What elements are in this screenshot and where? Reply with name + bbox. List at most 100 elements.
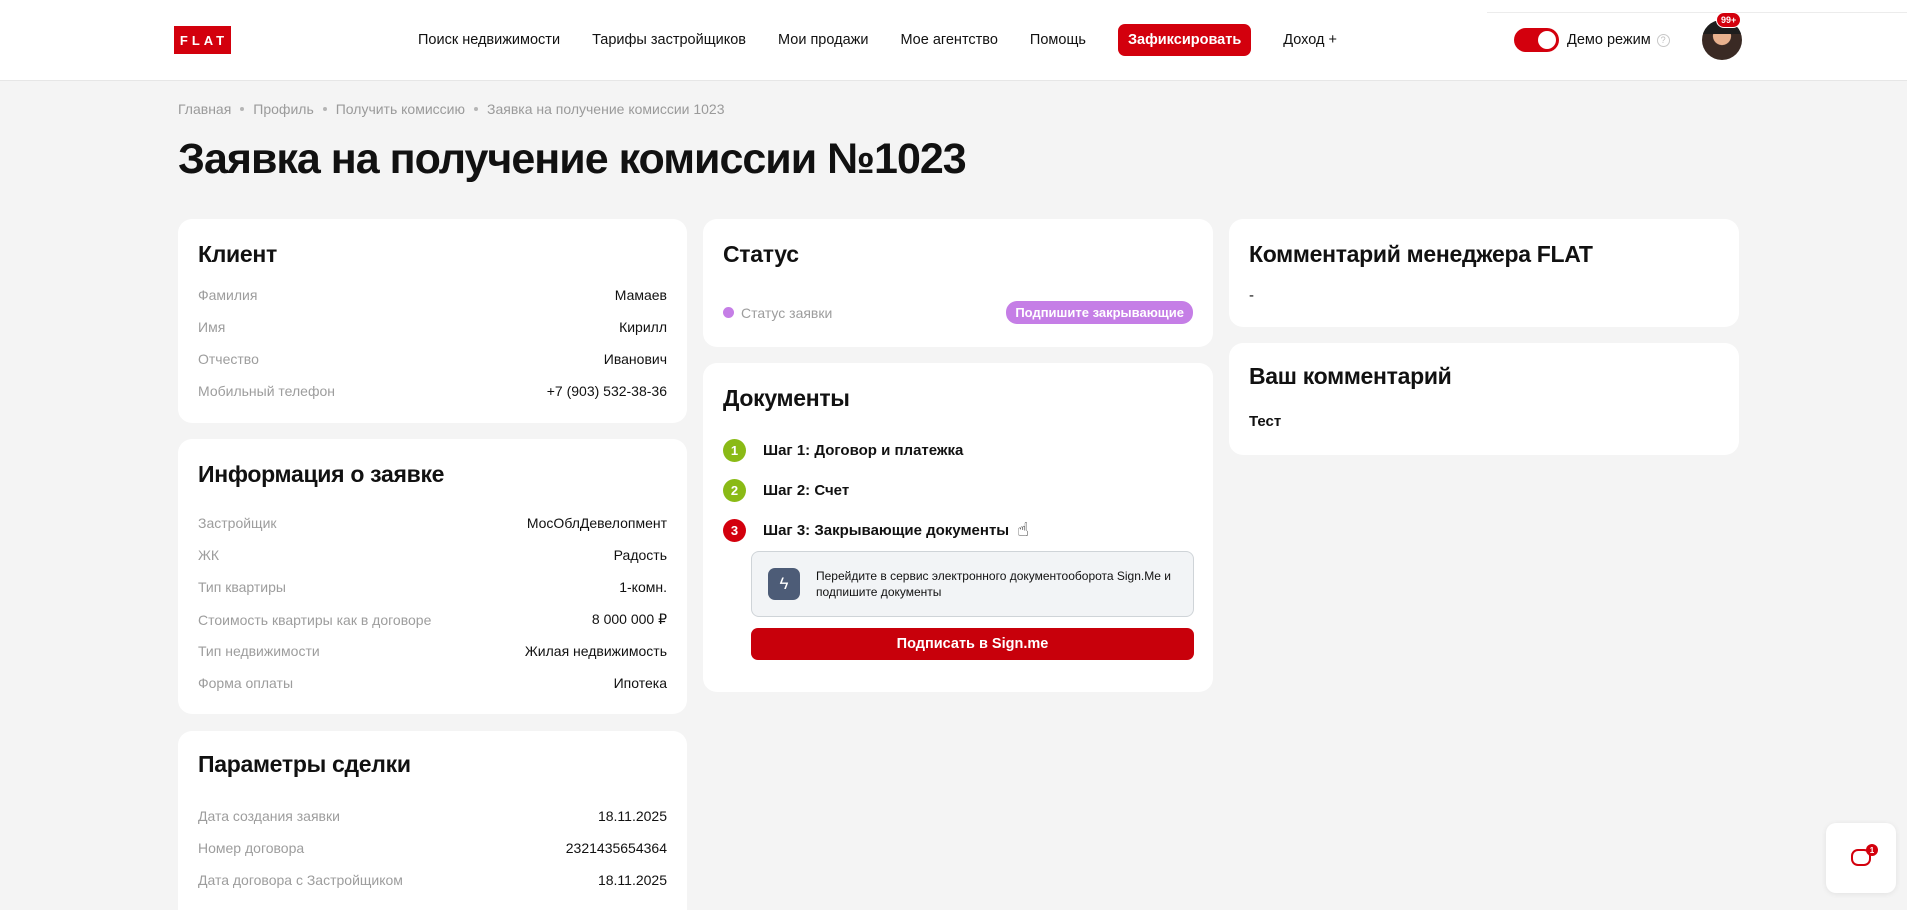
row-label: Тип недвижимости <box>198 643 320 659</box>
request-info-card: Информация о заявке Застройщик МосОблДеве… <box>178 439 687 714</box>
row-value: Радость <box>613 547 667 563</box>
row-label: Стоимость квартиры как в договоре <box>198 611 432 628</box>
info-row: Отчество Иванович <box>198 351 667 367</box>
nav-my-sales[interactable]: Мои продажи <box>778 32 868 48</box>
info-row: Имя Кирилл <box>198 319 667 335</box>
flat-logo[interactable]: FLAT <box>174 26 231 54</box>
info-row: Дата договора с Застройщиком 18.11.2025 <box>198 872 667 888</box>
row-label: Имя <box>198 319 226 335</box>
nav-income[interactable]: Доход + <box>1283 32 1337 48</box>
row-label: Мобильный телефон <box>198 383 335 399</box>
card-title: Клиент <box>198 241 277 267</box>
nav-my-agency[interactable]: Мое агентство <box>900 32 997 48</box>
sign-me-text: Перейдите в сервис электронного документ… <box>816 569 1171 599</box>
nav-search[interactable]: Поиск недвижимости <box>418 32 560 48</box>
sign-me-info: ϟ Перейдите в сервис электронного докуме… <box>751 551 1194 617</box>
card-title: Информация о заявке <box>198 461 445 487</box>
row-label: Дата договора с Застройщиком <box>198 872 403 888</box>
row-value: 1-комн. <box>619 579 667 595</box>
row-label: Дата создания заявки <box>198 808 340 824</box>
row-label: Номер договора <box>198 840 305 856</box>
hand-cursor-icon: ☝ <box>1017 520 1029 541</box>
breadcrumb-home[interactable]: Главная <box>178 101 231 117</box>
breadcrumb-commission[interactable]: Получить комиссию <box>336 101 465 117</box>
help-icon[interactable]: ? <box>1656 33 1670 47</box>
step-label: Шаг 1: Договор и платежка <box>763 442 964 459</box>
lightning-icon: ϟ <box>768 568 800 600</box>
deal-params-card: Параметры сделки Дата создания заявки 18.… <box>178 731 687 910</box>
step-number: 3 <box>723 519 746 542</box>
row-label: Фамилия <box>198 287 258 303</box>
info-row: Мобильный телефон +7 (903) 532-38-36 <box>198 383 667 399</box>
sign-me-button[interactable]: Подписать в Sign.me <box>751 628 1194 660</box>
nav-tariffs[interactable]: Тарифы застройщиков <box>592 32 746 48</box>
row-value: Иванович <box>603 351 667 367</box>
breadcrumb-separator <box>240 107 245 111</box>
page-title: Заявка на получение комиссии №1023 <box>178 135 967 183</box>
demo-mode: Демо режим ? <box>1514 28 1670 52</box>
step-number: 2 <box>723 479 746 502</box>
fix-button[interactable]: Зафиксировать <box>1117 24 1252 56</box>
row-value: Жилая недвижимость <box>524 643 667 659</box>
status-badge: Подпишите закрывающие <box>1006 301 1193 324</box>
demo-toggle[interactable] <box>1514 28 1559 52</box>
row-value: Ипотека <box>613 675 667 691</box>
client-card: Клиент Фамилия Мамаев Имя Кирилл Отчество И… <box>178 219 687 423</box>
row-label: Отчество <box>198 351 259 367</box>
breadcrumb-profile[interactable]: Профиль <box>253 101 313 117</box>
row-value: 2321435654364 <box>565 840 667 856</box>
step-number: 1 <box>723 439 746 462</box>
your-comment-text: Тест <box>1249 413 1282 430</box>
row-label: Застройщик <box>198 515 277 531</box>
card-title: Документы <box>723 385 850 411</box>
row-value: +7 (903) 532-38-36 <box>546 383 667 399</box>
step-3[interactable]: 3 Шаг 3: Закрывающие документы ☝ <box>723 519 1029 542</box>
info-row: Тип квартиры 1-комн. <box>198 579 667 595</box>
documents-card: Документы 1 Шаг 1: Договор и платежка 2 Ша… <box>703 363 1213 692</box>
info-row: Застройщик МосОблДевелопмент <box>198 515 667 531</box>
breadcrumb: Главная Профиль Получить комиссию Заявка… <box>178 101 725 117</box>
breadcrumb-separator <box>474 107 478 111</box>
info-row: Стоимость квартиры как в договоре 8 000 0… <box>198 611 667 628</box>
step-2[interactable]: 2 Шаг 2: Счет <box>723 479 849 502</box>
breadcrumb-current: Заявка на получение комиссии 1023 <box>487 101 725 117</box>
row-value: 18.11.2025 <box>597 808 667 824</box>
chat-widget[interactable]: 1 <box>1826 823 1896 893</box>
row-value: 8 000 000 ₽ <box>591 611 667 627</box>
card-title: Параметры сделки <box>198 751 411 777</box>
row-value: МосОблДевелопмент <box>526 515 667 531</box>
card-title: Комментарий менеджера FLAT <box>1249 241 1593 267</box>
step-label: Шаг 2: Счет <box>763 482 850 499</box>
your-comment-card: Ваш комментарий Тест <box>1229 343 1739 455</box>
nav-help[interactable]: Помощь <box>1030 32 1086 48</box>
manager-comment-text: - <box>1249 287 1254 304</box>
status-label: Статус заявки <box>741 304 833 321</box>
row-value: 18.11.2025 <box>597 872 667 888</box>
status-row: Статус заявки Подпишите закрывающие <box>723 301 1193 324</box>
info-row: Фамилия Мамаев <box>198 287 667 303</box>
row-value: Мамаев <box>614 287 667 303</box>
toggle-knob <box>1538 31 1556 49</box>
row-label: ЖК <box>198 547 220 563</box>
step-1[interactable]: 1 Шаг 1: Договор и платежка <box>723 439 963 462</box>
row-value: Кирилл <box>619 319 667 335</box>
card-title: Статус <box>723 241 799 267</box>
notification-badge: 99+ <box>1716 12 1742 28</box>
header-divider <box>1487 12 1907 13</box>
row-label: Тип квартиры <box>198 579 286 595</box>
step-label: Шаг 3: Закрывающие документы <box>763 522 1010 539</box>
row-label: Форма оплаты <box>198 675 294 691</box>
breadcrumb-separator <box>322 107 327 111</box>
status-card: Статус Статус заявки Подпишите закрывающ… <box>703 219 1213 347</box>
card-title: Ваш комментарий <box>1249 363 1452 389</box>
info-row: Форма оплаты Ипотека <box>198 675 667 691</box>
info-row: ЖК Радость <box>198 547 667 563</box>
info-row: Дата создания заявки 18.11.2025 <box>198 808 667 824</box>
top-header: FLAT Поиск недвижимости Тарифы застройщи… <box>0 0 1907 81</box>
info-row: Тип недвижимости Жилая недвижимость <box>198 643 667 659</box>
main-nav: Поиск недвижимости Тарифы застройщиков М… <box>418 24 1369 56</box>
demo-label: Демо режим <box>1567 32 1651 48</box>
status-dot <box>723 307 734 318</box>
info-row: Номер договора 2321435654364 <box>198 840 667 856</box>
status-label-group: Статус заявки <box>723 305 832 321</box>
